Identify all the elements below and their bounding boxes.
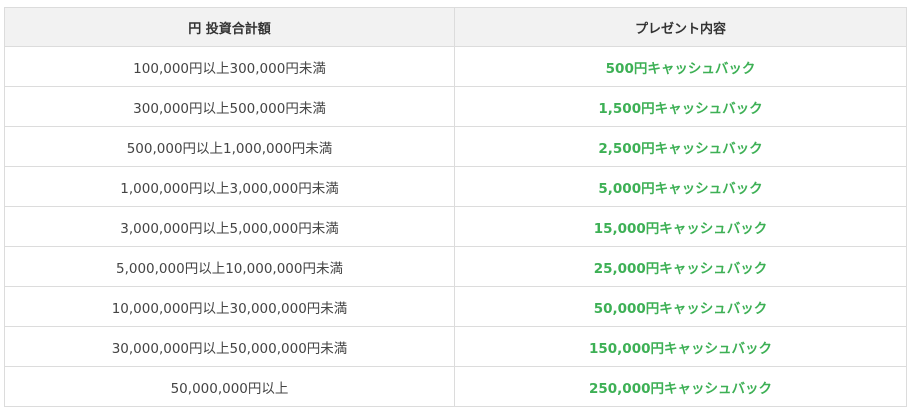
reward-cell: 2,500円キャッシュバック: [454, 126, 907, 167]
amount-cell: 300,000円以上500,000円未満: [4, 86, 455, 127]
header-present-content: プレゼント内容: [454, 7, 907, 47]
table-row: 300,000円以上500,000円未満 1,500円キャッシュバック: [4, 86, 907, 127]
reward-cell: 5,000円キャッシュバック: [454, 166, 907, 207]
table-row: 100,000円以上300,000円未満 500円キャッシュバック: [4, 46, 907, 87]
cashback-table-container: 円 投資合計額 プレゼント内容 100,000円以上300,000円未満 500…: [4, 7, 907, 407]
table-row: 5,000,000円以上10,000,000円未満 25,000円キャッシュバッ…: [4, 246, 907, 287]
reward-cell: 250,000円キャッシュバック: [454, 366, 907, 407]
header-row: 円 投資合計額 プレゼント内容: [4, 7, 907, 47]
table-body: 100,000円以上300,000円未満 500円キャッシュバック 300,00…: [4, 46, 907, 407]
reward-cell: 15,000円キャッシュバック: [454, 206, 907, 247]
amount-cell: 1,000,000円以上3,000,000円未満: [4, 166, 455, 207]
amount-cell: 30,000,000円以上50,000,000円未満: [4, 326, 455, 367]
reward-cell: 25,000円キャッシュバック: [454, 246, 907, 287]
table-row: 10,000,000円以上30,000,000円未満 50,000円キャッシュバ…: [4, 286, 907, 327]
reward-cell: 1,500円キャッシュバック: [454, 86, 907, 127]
amount-cell: 10,000,000円以上30,000,000円未満: [4, 286, 455, 327]
amount-cell: 50,000,000円以上: [4, 366, 455, 407]
reward-cell: 150,000円キャッシュバック: [454, 326, 907, 367]
table-row: 3,000,000円以上5,000,000円未満 15,000円キャッシュバック: [4, 206, 907, 247]
amount-cell: 500,000円以上1,000,000円未満: [4, 126, 455, 167]
cashback-table: 円 投資合計額 プレゼント内容 100,000円以上300,000円未満 500…: [4, 7, 907, 407]
table-row: 1,000,000円以上3,000,000円未満 5,000円キャッシュバック: [4, 166, 907, 207]
amount-cell: 5,000,000円以上10,000,000円未満: [4, 246, 455, 287]
table-header: 円 投資合計額 プレゼント内容: [4, 7, 907, 47]
reward-cell: 50,000円キャッシュバック: [454, 286, 907, 327]
amount-cell: 100,000円以上300,000円未満: [4, 46, 455, 87]
table-row: 500,000円以上1,000,000円未満 2,500円キャッシュバック: [4, 126, 907, 167]
amount-cell: 3,000,000円以上5,000,000円未満: [4, 206, 455, 247]
table-row: 50,000,000円以上 250,000円キャッシュバック: [4, 366, 907, 407]
table-row: 30,000,000円以上50,000,000円未満 150,000円キャッシュ…: [4, 326, 907, 367]
header-investment-total: 円 投資合計額: [4, 7, 455, 47]
reward-cell: 500円キャッシュバック: [454, 46, 907, 87]
